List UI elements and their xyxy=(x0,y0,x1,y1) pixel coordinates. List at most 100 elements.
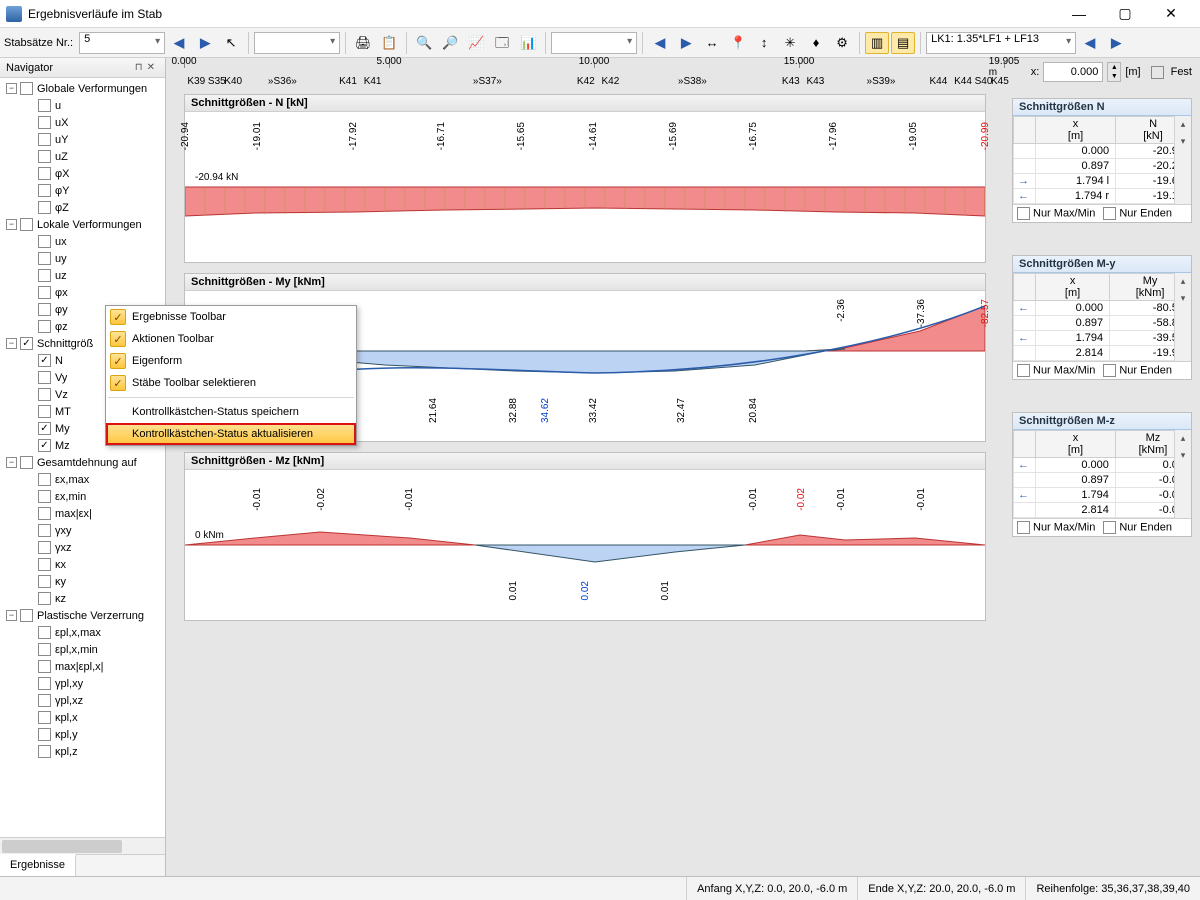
tree-item-label[interactable]: uY xyxy=(55,134,68,146)
item-checkbox[interactable] xyxy=(38,320,51,333)
group-checkbox[interactable] xyxy=(20,456,33,469)
tree-item-label[interactable]: MT xyxy=(55,406,71,418)
step-fwd-button[interactable]: ▶ xyxy=(674,32,698,54)
pin-icon[interactable]: ⊓ xyxy=(135,62,143,73)
expander-icon[interactable]: − xyxy=(6,457,17,468)
tool-e-icon[interactable]: ♦ xyxy=(804,32,828,54)
expander-icon[interactable]: − xyxy=(6,610,17,621)
x-input[interactable] xyxy=(1043,62,1103,82)
tree-group-label[interactable]: Gesamtdehnung auf xyxy=(37,457,137,469)
window-minimize[interactable]: — xyxy=(1056,0,1102,28)
tree-item-label[interactable]: εx,min xyxy=(55,491,86,503)
item-checkbox[interactable] xyxy=(38,541,51,554)
tool-c-icon[interactable]: ↕ xyxy=(752,32,776,54)
group-checkbox[interactable] xyxy=(20,218,33,231)
nurmaxmin-checkbox[interactable] xyxy=(1017,364,1030,377)
context-menu-item[interactable]: Kontrollkästchen-Status speichern xyxy=(106,401,356,423)
tree-item-label[interactable]: γxz xyxy=(55,542,72,554)
panel-vscroll[interactable]: ▴▾ xyxy=(1174,273,1191,361)
item-checkbox[interactable] xyxy=(38,422,51,435)
tree-item-label[interactable]: uz xyxy=(55,270,67,282)
tree-item-label[interactable]: κy xyxy=(55,576,66,588)
expander-icon[interactable]: − xyxy=(6,219,17,230)
tree-item-label[interactable]: φZ xyxy=(55,202,69,214)
group-checkbox[interactable] xyxy=(20,82,33,95)
plot-area[interactable]: 0 kNm-0.01-0.02-0.010.010.020.01-0.01-0.… xyxy=(185,470,985,620)
item-checkbox[interactable] xyxy=(38,473,51,486)
tool-b-icon[interactable]: 📍 xyxy=(726,32,750,54)
tree-item-label[interactable]: Vz xyxy=(55,389,68,401)
item-checkbox[interactable] xyxy=(38,252,51,265)
tree-item-label[interactable]: φy xyxy=(55,304,68,316)
x-stepper[interactable]: ▲▼ xyxy=(1107,62,1121,82)
context-menu-item[interactable]: ✓Stäbe Toolbar selektieren xyxy=(106,372,356,394)
panel-toggle-2-icon[interactable]: ▤ xyxy=(891,32,915,54)
plot-area[interactable]: -20.94 kN-20.94-19.01-17.92-16.71-15.65-… xyxy=(185,112,985,262)
tree-group-label[interactable]: Globale Verformungen xyxy=(37,83,147,95)
item-checkbox[interactable] xyxy=(38,660,51,673)
tree-group-label[interactable]: Lokale Verformungen xyxy=(37,219,142,231)
item-checkbox[interactable] xyxy=(38,694,51,707)
tree-item-label[interactable]: u xyxy=(55,100,61,112)
tree-item-label[interactable]: N xyxy=(55,355,63,367)
tree-item-label[interactable]: Vy xyxy=(55,372,67,384)
tree-item-label[interactable]: max|εx| xyxy=(55,508,92,520)
item-checkbox[interactable] xyxy=(38,524,51,537)
tree-item-label[interactable]: κpl,y xyxy=(55,729,78,741)
tree-item-label[interactable]: γxy xyxy=(55,525,72,537)
item-checkbox[interactable] xyxy=(38,711,51,724)
item-checkbox[interactable] xyxy=(38,439,51,452)
context-menu[interactable]: ✓Ergebnisse Toolbar✓Aktionen Toolbar✓Eig… xyxy=(105,305,357,446)
step-back-button[interactable]: ◀ xyxy=(648,32,672,54)
tree-item-label[interactable]: My xyxy=(55,423,70,435)
tree-item-label[interactable]: ux xyxy=(55,236,67,248)
tree-item-label[interactable]: φz xyxy=(55,321,68,333)
panel-vscroll[interactable]: ▴▾ xyxy=(1174,430,1191,518)
misc-combo[interactable] xyxy=(551,32,637,54)
tool-d-icon[interactable]: ✳ xyxy=(778,32,802,54)
tree-group-label[interactable]: Plastische Verzerrung xyxy=(37,610,144,622)
item-checkbox[interactable] xyxy=(38,626,51,639)
item-checkbox[interactable] xyxy=(38,201,51,214)
item-checkbox[interactable] xyxy=(38,575,51,588)
next-member-button[interactable]: ▶ xyxy=(193,32,217,54)
nurenden-checkbox[interactable] xyxy=(1103,364,1116,377)
excel-export-icon[interactable]: 📊 xyxy=(516,32,540,54)
print-icon[interactable]: 🖨 xyxy=(351,32,375,54)
item-checkbox[interactable] xyxy=(38,388,51,401)
nurenden-checkbox[interactable] xyxy=(1103,207,1116,220)
tree-item-label[interactable]: φY xyxy=(55,185,69,197)
tree-item-label[interactable]: φX xyxy=(55,168,69,180)
item-checkbox[interactable] xyxy=(38,269,51,282)
item-checkbox[interactable] xyxy=(38,235,51,248)
smooth-icon[interactable]: 📈 xyxy=(464,32,488,54)
zoom-in-icon[interactable]: 🔍 xyxy=(412,32,436,54)
loadcase-combo[interactable]: LK1: 1.35*LF1 + LF13 xyxy=(926,32,1076,54)
item-checkbox[interactable] xyxy=(38,405,51,418)
tree-item-label[interactable]: γpl,xy xyxy=(55,678,83,690)
tree-item-label[interactable]: κpl,z xyxy=(55,746,78,758)
tree-item-label[interactable]: max|εpl,x| xyxy=(55,661,104,673)
group-checkbox[interactable] xyxy=(20,609,33,622)
expander-icon[interactable]: − xyxy=(6,83,17,94)
context-menu-item[interactable]: ✓Ergebnisse Toolbar xyxy=(106,306,356,328)
item-checkbox[interactable] xyxy=(38,133,51,146)
loadcase-next-button[interactable]: ▶ xyxy=(1104,32,1128,54)
item-checkbox[interactable] xyxy=(38,507,51,520)
tree-item-label[interactable]: εpl,x,min xyxy=(55,644,98,656)
tool-a-icon[interactable]: ↔ xyxy=(700,32,724,54)
fest-checkbox[interactable] xyxy=(1151,66,1164,79)
result-tree[interactable]: −Globale VerformungenuuXuYuZφXφYφZ−Lokal… xyxy=(0,78,165,837)
tree-item-label[interactable]: Mz xyxy=(55,440,70,452)
item-checkbox[interactable] xyxy=(38,728,51,741)
navigator-hscroll[interactable] xyxy=(0,837,165,854)
tree-item-label[interactable]: εx,max xyxy=(55,474,89,486)
item-checkbox[interactable] xyxy=(38,286,51,299)
item-checkbox[interactable] xyxy=(38,558,51,571)
view-combo[interactable] xyxy=(254,32,340,54)
item-checkbox[interactable] xyxy=(38,371,51,384)
nurmaxmin-checkbox[interactable] xyxy=(1017,207,1030,220)
item-checkbox[interactable] xyxy=(38,592,51,605)
tree-item-label[interactable]: εpl,x,max xyxy=(55,627,101,639)
panel-vscroll[interactable]: ▴▾ xyxy=(1174,116,1191,204)
